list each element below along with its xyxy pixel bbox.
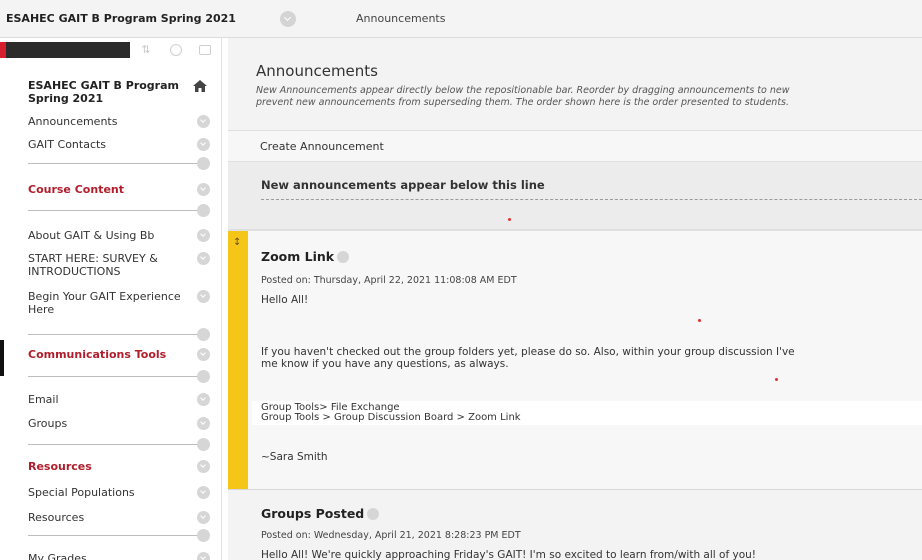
announcement-body-line: me know if you have any questions, as al… bbox=[261, 358, 509, 370]
main-content: Announcements New Announcements appear d… bbox=[228, 38, 922, 560]
sidebar-item-label[interactable]: About GAIT & Using Bb bbox=[28, 229, 186, 242]
announcement-greeting: Hello All! bbox=[261, 294, 309, 306]
chevron-down-icon[interactable] bbox=[197, 138, 210, 151]
chevron-down-icon[interactable] bbox=[197, 393, 210, 406]
chevron-down-icon[interactable] bbox=[197, 552, 210, 560]
chevron-down-icon[interactable] bbox=[197, 157, 210, 170]
cursor-dot bbox=[508, 218, 511, 221]
breadcrumb-bar: ESAHEC GAIT B Program Spring 2021 Announ… bbox=[0, 0, 922, 38]
announcement-body: If you haven't checked out the group fol… bbox=[261, 346, 922, 370]
chevron-down-icon[interactable] bbox=[197, 417, 210, 430]
create-announcement-button[interactable]: Create Announcement bbox=[260, 140, 384, 153]
sidebar-item-label[interactable]: Groups bbox=[28, 417, 186, 430]
sidebar-item-label[interactable]: Special Populations bbox=[28, 486, 186, 499]
chevron-down-icon[interactable] bbox=[197, 229, 210, 242]
menu-divider bbox=[28, 334, 202, 335]
menu-divider bbox=[28, 376, 202, 377]
announcement-item[interactable]: ↕ Zoom Link Posted on: Thursday, April 2… bbox=[228, 230, 922, 490]
menu-divider bbox=[28, 163, 202, 164]
chevron-down-icon[interactable] bbox=[337, 250, 350, 263]
announcement-title[interactable]: Zoom Link bbox=[261, 249, 350, 264]
menu-divider bbox=[28, 210, 202, 211]
course-menu-toolbar: ⇅ bbox=[0, 42, 222, 58]
announcement-posted-date: Posted on: Wednesday, April 21, 2021 8:2… bbox=[261, 530, 521, 541]
sidebar-item-label[interactable]: My Grades bbox=[28, 552, 186, 560]
chevron-down-icon[interactable] bbox=[197, 370, 210, 383]
announcement-title[interactable]: Groups Posted bbox=[261, 506, 380, 521]
repositionable-bar-label: New announcements appear below this line bbox=[261, 178, 545, 192]
chevron-down-icon[interactable] bbox=[197, 183, 210, 196]
repositionable-line bbox=[261, 199, 922, 200]
chevron-down-icon[interactable] bbox=[197, 328, 210, 341]
announcement-tools-line: Group Tools > Group Discussion Board > Z… bbox=[261, 412, 521, 423]
course-title[interactable]: ESAHEC GAIT B Program Spring 2021 bbox=[28, 79, 186, 105]
chevron-down-icon[interactable] bbox=[197, 486, 210, 499]
chevron-down-icon[interactable] bbox=[367, 507, 380, 520]
expand-icon[interactable] bbox=[170, 44, 182, 56]
action-bar: Create Announcement bbox=[228, 130, 922, 162]
chevron-down-icon[interactable] bbox=[197, 204, 210, 217]
announcement-body-line: Hello All! We're quickly approaching Fri… bbox=[261, 549, 757, 560]
page-description-line: prevent new announcements from supersedi… bbox=[256, 97, 790, 108]
sidebar-item-label[interactable]: Email bbox=[28, 393, 186, 406]
sidebar-item-label[interactable]: Resources bbox=[28, 460, 186, 473]
chevron-down-icon[interactable] bbox=[197, 460, 210, 473]
window-edge-mark bbox=[0, 340, 4, 376]
menu-toolbar-dark-bar bbox=[6, 42, 130, 58]
chevron-down-icon[interactable] bbox=[280, 11, 296, 27]
sidebar-item-label[interactable]: Communications Tools bbox=[28, 348, 186, 361]
window-icon[interactable] bbox=[199, 45, 211, 55]
announcement-signature: ~Sara Smith bbox=[261, 451, 328, 463]
sidebar-item-label[interactable]: GAIT Contacts bbox=[28, 138, 186, 151]
drag-handle[interactable]: ↕ bbox=[228, 231, 248, 489]
page-title: Announcements bbox=[256, 62, 378, 80]
chevron-down-icon[interactable] bbox=[197, 348, 210, 361]
chevron-down-icon[interactable] bbox=[197, 252, 210, 265]
announcement-body-line: If you haven't checked out the group fol… bbox=[261, 346, 795, 358]
chevron-down-icon[interactable] bbox=[197, 438, 210, 451]
sidebar-item-label[interactable]: Begin Your GAIT Experience Here bbox=[28, 290, 186, 316]
cursor-dot bbox=[775, 378, 778, 381]
sidebar-item-label[interactable]: Resources bbox=[28, 511, 186, 524]
announcement-tools-box: Group Tools> File Exchange Group Tools >… bbox=[252, 401, 922, 425]
announcement-title-text[interactable]: Zoom Link bbox=[261, 249, 334, 264]
breadcrumb-page: Announcements bbox=[356, 12, 446, 25]
move-handle-icon[interactable]: ↕ bbox=[233, 237, 241, 248]
menu-divider bbox=[28, 535, 202, 536]
chevron-down-icon[interactable] bbox=[197, 115, 210, 128]
chevron-down-icon[interactable] bbox=[197, 290, 210, 303]
sidebar-item-label[interactable]: Course Content bbox=[28, 183, 186, 196]
chevron-down-icon[interactable] bbox=[197, 529, 210, 542]
sidebar-item-label[interactable]: START HERE: SURVEY & INTRODUCTIONS bbox=[28, 252, 186, 278]
breadcrumb-course[interactable]: ESAHEC GAIT B Program Spring 2021 bbox=[6, 12, 236, 25]
chevron-down-icon[interactable] bbox=[197, 511, 210, 524]
announcement-title-text[interactable]: Groups Posted bbox=[261, 506, 364, 521]
cursor-dot bbox=[698, 319, 701, 322]
page-description: New Announcements appear directly below … bbox=[256, 85, 922, 109]
menu-divider bbox=[28, 444, 202, 445]
repositionable-bar: New announcements appear below this line bbox=[228, 162, 922, 230]
page-description-line: New Announcements appear directly below … bbox=[256, 85, 790, 96]
refresh-icon[interactable]: ⇅ bbox=[140, 44, 152, 56]
announcement-posted-date: Posted on: Thursday, April 22, 2021 11:0… bbox=[261, 275, 517, 286]
home-icon[interactable] bbox=[192, 79, 208, 93]
sidebar-item-label[interactable]: Announcements bbox=[28, 115, 186, 128]
course-menu: ⇅ ESAHEC GAIT B Program Spring 2021 Anno… bbox=[0, 38, 222, 560]
announcement-item[interactable]: Groups Posted Posted on: Wednesday, Apri… bbox=[228, 490, 922, 560]
